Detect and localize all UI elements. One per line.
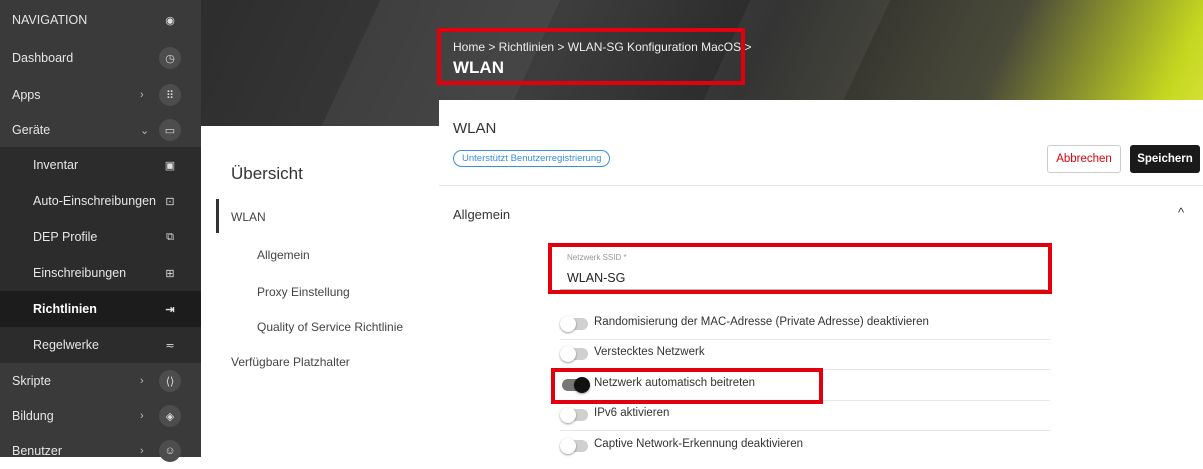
breadcrumb[interactable]: Home > Richtlinien > WLAN-SG Konfigurati… [453,40,751,54]
dashboard-icon: ◷ [159,47,181,69]
chevron-right-icon: › [140,410,144,422]
chevron-right-icon: › [140,89,144,101]
sidebar-item-inventar[interactable]: Inventar ▣ [0,147,201,183]
toggle-knob [560,438,576,454]
overview-item-proxy[interactable]: Proxy Einstellung [257,285,350,299]
overview-item-allgemein[interactable]: Allgemein [257,248,310,262]
toggle-label: Randomisierung der MAC-Adresse (Private … [594,316,929,328]
form-title: WLAN [453,120,497,137]
toggle-label: IPv6 aktivieren [594,407,670,419]
mac-randomization-toggle[interactable] [560,316,588,332]
sidebar-item-geraete[interactable]: Geräte ⌄ ▭ [0,112,201,148]
sidebar-item-auto-einschreibungen[interactable]: Auto-Einschreibungen ⊡ [0,183,201,219]
auto-enroll-icon: ⊡ [165,195,175,208]
sidebar-item-dep-profile[interactable]: DEP Profile ⧉ [0,219,201,255]
section-title: Allgemein [453,207,511,222]
row-divider [560,430,1050,431]
page-title: WLAN [453,58,504,77]
sidebar-heading: NAVIGATION ◉ [0,8,201,32]
sidebar-item-benutzer[interactable]: Benutzer › ☺ [0,433,201,469]
toggle-knob [560,346,576,362]
user-enrollment-badge: Unterstützt Benutzerregistrierung [453,150,611,167]
inventory-icon: ▣ [164,159,176,172]
toggle-row-hidden-network: Verstecktes Netzwerk [560,340,1050,370]
sidebar-item-richtlinien[interactable]: Richtlinien ⇥ [0,291,201,327]
sidebar-item-einschreibungen[interactable]: Einschreibungen ⊞ [0,255,201,291]
overview-item-platzhalter[interactable]: Verfügbare Platzhalter [231,355,350,369]
cancel-button[interactable]: Abbrechen [1047,145,1121,173]
save-button[interactable]: Speichern [1130,145,1200,173]
dep-profile-icon: ⧉ [166,230,174,243]
overview-active-indicator [216,199,219,233]
sidebar-item-skripte[interactable]: Skripte › ⟨⟩ [0,363,201,399]
header-divider [439,185,1203,186]
radio-dot-icon: ◉ [165,14,175,27]
ipv6-toggle[interactable] [560,407,588,423]
toggle-knob [560,407,576,423]
sidebar: NAVIGATION ◉ Dashboard ◷ Apps › ⠿ Geräte… [0,0,201,462]
chevron-down-icon: ⌄ [140,124,150,137]
scripts-icon: ⟨⟩ [159,370,181,392]
hidden-network-toggle[interactable] [560,346,588,362]
sidebar-item-apps[interactable]: Apps › ⠿ [0,77,201,113]
toggle-label: Captive Network-Erkennung deaktivieren [594,438,804,450]
ruleset-icon: ≂ [165,339,175,352]
ssid-highlight [548,243,1052,294]
toggle-row-mac-randomization: Randomisierung der MAC-Adresse (Private … [560,310,1050,340]
users-icon: ☺ [159,440,181,462]
ssid-field[interactable]: WLAN-SG [567,271,625,285]
auto-join-highlight [551,368,823,404]
enrollment-icon: ⊞ [165,267,175,280]
devices-icon: ▭ [159,119,181,141]
chevron-up-icon[interactable]: ^ [1178,205,1184,220]
ssid-field-label: Netzwerk SSID * [567,253,627,262]
overview-item-qos[interactable]: Quality of Service Richtlinie [257,320,403,334]
toggle-row-ipv6: IPv6 aktivieren [560,401,1050,431]
overview-title: Übersicht [231,164,303,183]
chevron-right-icon: › [140,375,144,387]
toggle-knob [560,316,576,332]
policy-icon: ⇥ [165,303,175,316]
sidebar-item-regelwerke[interactable]: Regelwerke ≂ [0,327,201,363]
chevron-right-icon: › [140,445,144,457]
overview-item-wlan[interactable]: WLAN [231,210,266,224]
education-icon: ◈ [159,405,181,427]
apps-grid-icon: ⠿ [159,84,181,106]
captive-network-toggle[interactable] [560,438,588,454]
sidebar-item-dashboard[interactable]: Dashboard ◷ [0,40,201,76]
toggle-label: Verstecktes Netzwerk [594,346,705,358]
ssid-underline [560,289,1046,290]
sidebar-item-bildung[interactable]: Bildung › ◈ [0,398,201,434]
toggle-row-captive-network: Captive Network-Erkennung deaktivieren [560,432,1050,462]
